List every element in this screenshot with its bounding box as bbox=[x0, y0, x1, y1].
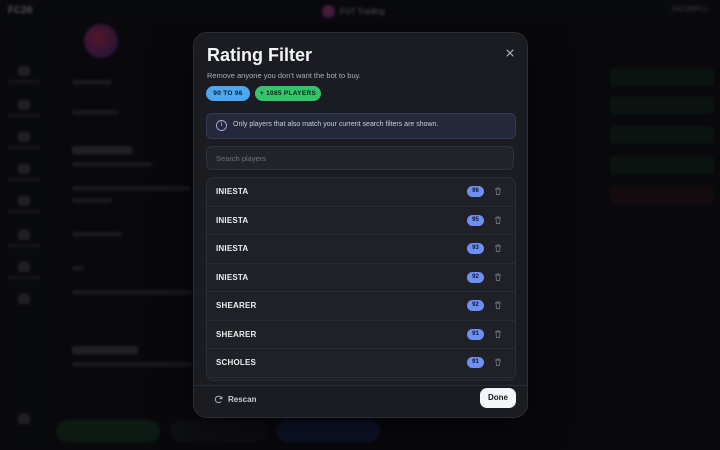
refresh-icon bbox=[214, 395, 223, 404]
list-item: SHEARER 92 bbox=[207, 292, 515, 321]
trash-icon[interactable] bbox=[493, 272, 503, 282]
rating-badge: 91 bbox=[467, 328, 484, 340]
info-banner: i Only players that also match your curr… bbox=[206, 113, 516, 139]
search-input[interactable] bbox=[206, 146, 514, 170]
trash-icon[interactable] bbox=[493, 243, 503, 253]
list-item bbox=[207, 378, 515, 381]
trash-icon[interactable] bbox=[493, 300, 503, 310]
rating-filter-dialog: Rating Filter Remove anyone you don't wa… bbox=[193, 32, 528, 418]
dialog-title: Rating Filter bbox=[207, 45, 313, 65]
done-button[interactable]: Done bbox=[480, 388, 516, 408]
rescan-label: Rescan bbox=[228, 395, 257, 404]
info-text: Only players that also match your curren… bbox=[233, 121, 439, 128]
list-item: INIESTA 92 bbox=[207, 264, 515, 292]
close-button[interactable] bbox=[503, 46, 517, 60]
rating-range-chip: 90 TO 96 bbox=[206, 86, 250, 101]
player-name: INIESTA bbox=[216, 215, 249, 225]
dialog-subtitle: Remove anyone you don't want the bot to … bbox=[207, 71, 361, 80]
rating-badge: 91 bbox=[467, 357, 484, 369]
trash-icon[interactable] bbox=[493, 329, 503, 339]
players-count-chip: + 1085 PLAYERS bbox=[255, 86, 321, 101]
rescan-button[interactable]: Rescan bbox=[214, 395, 256, 404]
list-item: SHEARER 91 bbox=[207, 321, 515, 349]
player-name: INIESTA bbox=[216, 244, 249, 254]
list-item: SCHOLES 91 bbox=[207, 349, 515, 378]
trash-icon[interactable] bbox=[493, 186, 503, 196]
trash-icon[interactable] bbox=[493, 357, 503, 367]
player-name: INIESTA bbox=[216, 187, 249, 197]
player-list: INIESTA 96 INIESTA 95 INIESTA 93 INIESTA… bbox=[206, 177, 516, 381]
player-name: SCHOLES bbox=[216, 358, 257, 368]
close-icon bbox=[506, 49, 514, 57]
rating-badge: 96 bbox=[467, 186, 484, 198]
rating-badge: 95 bbox=[467, 214, 484, 226]
player-name: INIESTA bbox=[216, 272, 249, 282]
player-name: SHEARER bbox=[216, 329, 257, 339]
rating-badge: 92 bbox=[467, 271, 484, 283]
list-item: INIESTA 93 bbox=[207, 235, 515, 264]
info-icon: i bbox=[216, 120, 227, 131]
rating-badge: 92 bbox=[467, 300, 484, 312]
player-name: SHEARER bbox=[216, 301, 257, 311]
dialog-footer: Rescan Done bbox=[194, 385, 527, 417]
list-item: INIESTA 96 bbox=[207, 178, 515, 207]
list-item: INIESTA 95 bbox=[207, 207, 515, 235]
rating-badge: 93 bbox=[467, 243, 484, 255]
trash-icon[interactable] bbox=[493, 215, 503, 225]
